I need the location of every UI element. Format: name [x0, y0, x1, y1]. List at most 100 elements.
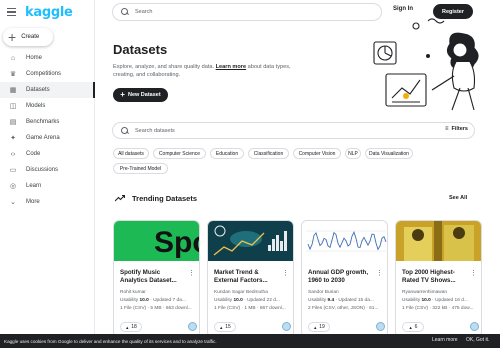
- chip-classification[interactable]: Classification: [248, 148, 289, 159]
- spotify-wordmark: Spoti: [154, 226, 200, 259]
- sidebar-item-datasets[interactable]: ▦ Datasets: [0, 82, 95, 98]
- home-icon: ⌂: [10, 54, 16, 62]
- chip-nlp[interactable]: NLP: [345, 148, 361, 159]
- cookie-learn-more-link[interactable]: Learn more: [432, 337, 458, 343]
- sidebar-item-benchmarks[interactable]: ▤ Benchmarks: [0, 114, 95, 130]
- usability-value: 10.0: [233, 298, 243, 303]
- trending-title: Trending Datasets: [132, 194, 198, 203]
- create-button[interactable]: + Create: [3, 28, 53, 46]
- updated-text: · Updated 7 da...: [148, 298, 186, 303]
- usability-value: 10.0: [139, 298, 149, 303]
- vote-count: 18: [131, 324, 137, 330]
- more-options-icon[interactable]: ⋮: [282, 269, 289, 277]
- dataset-title[interactable]: Market Trend & External Factors...: [214, 269, 276, 285]
- dataset-thumbnail: [302, 221, 387, 261]
- more-options-icon[interactable]: ⋮: [188, 269, 195, 277]
- dataset-card[interactable]: Spoti Spotify Music Analytics Dataset... ⋮…: [113, 220, 200, 338]
- search-icon: [121, 8, 129, 16]
- chip-education[interactable]: Education: [210, 148, 244, 159]
- more-options-icon[interactable]: ⋮: [470, 269, 477, 277]
- sidebar-item-label: Game Arena: [26, 135, 60, 141]
- chip-pre-trained-model[interactable]: Pre-Trained Model: [113, 163, 168, 174]
- sidebar-item-learn[interactable]: ◎ Learn: [0, 178, 95, 194]
- dataset-author[interactable]: Rohit kumar: [120, 290, 146, 295]
- new-dataset-label: New Dataset: [127, 92, 161, 98]
- medal-icon: [188, 322, 197, 331]
- create-label: Create: [21, 34, 40, 40]
- chip-all-datasets[interactable]: All datasets: [113, 148, 149, 159]
- dataset-author[interactable]: Kundan Sagar Bedmutha: [214, 290, 268, 295]
- dataset-author[interactable]: Sandor Burian: [308, 290, 339, 295]
- upvote-icon: ▲: [313, 324, 318, 330]
- see-all-link[interactable]: See All: [449, 195, 467, 201]
- upvote-button[interactable]: ▲ 19: [308, 322, 330, 332]
- dataset-title[interactable]: Annual GDP growth, 1960 to 2030: [308, 269, 370, 285]
- search-icon: [121, 126, 129, 135]
- usability-label: Usability: [214, 298, 234, 303]
- upvote-icon: ▲: [125, 324, 130, 330]
- dataset-card[interactable]: Top 2000 Highest-Rated TV Shows... ⋮ Ryanw…: [395, 220, 482, 338]
- sidebar-item-game-arena[interactable]: ✦ Game Arena: [0, 130, 95, 146]
- dataset-thumbnail: Spoti: [114, 221, 200, 261]
- sidebar-item-more[interactable]: ⌄ More: [0, 194, 95, 210]
- dataset-usability: Usability 10.0 · Updated 16 d...: [402, 298, 468, 303]
- sidebar-item-label: Discussions: [26, 167, 59, 173]
- upvote-button[interactable]: ▲ 15: [214, 322, 236, 332]
- chip-computer-science[interactable]: Computer Science: [153, 148, 206, 159]
- search-placeholder: Search: [135, 9, 153, 15]
- benchmarks-icon: ▤: [9, 119, 17, 126]
- sidebar-item-label: Learn: [26, 183, 42, 189]
- dataset-files: 2 Files (CSV, other, JSON) · 61...: [308, 306, 379, 311]
- sidebar-nav: ⌂ Home ♛ Competitions ▦ Datasets ◫ Models ▤ Bench…: [0, 50, 95, 210]
- vote-count: 6: [414, 324, 418, 330]
- usability-label: Usability: [120, 298, 140, 303]
- dataset-search-input[interactable]: Search datasets ≡ Filters: [112, 122, 475, 139]
- cookie-ok-button[interactable]: OK, Got it.: [466, 337, 489, 343]
- page-title: Datasets: [113, 42, 168, 57]
- chip-data-visualization[interactable]: Data Visualization: [365, 148, 413, 159]
- new-dataset-button[interactable]: + New Dataset: [113, 88, 168, 102]
- medal-icon: [282, 322, 291, 331]
- dataset-usability: Usability 10.0 · Updated 22 d...: [214, 298, 280, 303]
- learn-more-link[interactable]: Learn more: [216, 64, 246, 70]
- vote-count: 19: [319, 324, 325, 330]
- menu-icon[interactable]: [7, 5, 21, 19]
- dataset-card[interactable]: Annual GDP growth, 1960 to 2030 ⋮ Sandor B…: [301, 220, 388, 338]
- dataset-author[interactable]: Ryanwarrenhimawan: [402, 290, 447, 295]
- usability-label: Usability: [402, 298, 422, 303]
- sidebar-item-home[interactable]: ⌂ Home: [0, 50, 95, 66]
- upvote-button[interactable]: ▲ 18: [120, 322, 142, 332]
- sidebar-item-label: Models: [26, 103, 46, 109]
- filters-button[interactable]: ≡ Filters: [445, 126, 468, 132]
- learn-icon: ◎: [9, 183, 17, 190]
- sidebar-item-competitions[interactable]: ♛ Competitions: [0, 66, 95, 82]
- trophy-icon: ♛: [9, 71, 17, 78]
- sidebar-item-code[interactable]: ‹› Code: [0, 146, 95, 162]
- search-input[interactable]: Search: [112, 3, 382, 21]
- sidebar-item-label: Benchmarks: [26, 119, 60, 125]
- medal-icon: [470, 322, 479, 331]
- sign-in-button[interactable]: Sign In: [393, 6, 413, 12]
- medal-icon: [376, 322, 385, 331]
- chevron-down-icon: ⌄: [10, 199, 16, 206]
- dataset-title[interactable]: Top 2000 Highest-Rated TV Shows...: [402, 269, 464, 285]
- filter-icon: ≡: [444, 126, 449, 132]
- dataset-card[interactable]: Market Trend & External Factors... ⋮ Kunda…: [207, 220, 294, 338]
- sidebar-item-models[interactable]: ◫ Models: [0, 98, 95, 114]
- upvote-icon: ▲: [219, 324, 224, 330]
- upvote-button[interactable]: ▲ 6: [402, 322, 424, 332]
- chip-computer-vision[interactable]: Computer Vision: [293, 148, 341, 159]
- more-options-icon[interactable]: ⋮: [376, 269, 383, 277]
- sidebar-item-discussions[interactable]: ▭ Discussions: [0, 162, 95, 178]
- kaggle-logo[interactable]: kaggle: [25, 5, 73, 20]
- dataset-usability: Usability 9.4 · Updated 15 da...: [308, 298, 374, 303]
- dataset-files: 1 File (CSV) · 322 kB · 475 dow...: [402, 306, 474, 311]
- plus-icon: +: [120, 90, 125, 99]
- models-icon: ◫: [9, 103, 17, 110]
- dataset-title[interactable]: Spotify Music Analytics Dataset...: [120, 269, 182, 285]
- sidebar: kaggle + Create ⌂ Home ♛ Competitions ▦ Datas…: [0, 0, 95, 348]
- dataset-files: 1 File (CSV) · 5 MB · 663 downl...: [120, 306, 192, 311]
- dataset-thumbnail: [396, 221, 481, 261]
- dataset-files: 1 File (CSV) · 1 MB · 867 downl...: [214, 306, 286, 311]
- sidebar-item-label: Code: [26, 151, 41, 157]
